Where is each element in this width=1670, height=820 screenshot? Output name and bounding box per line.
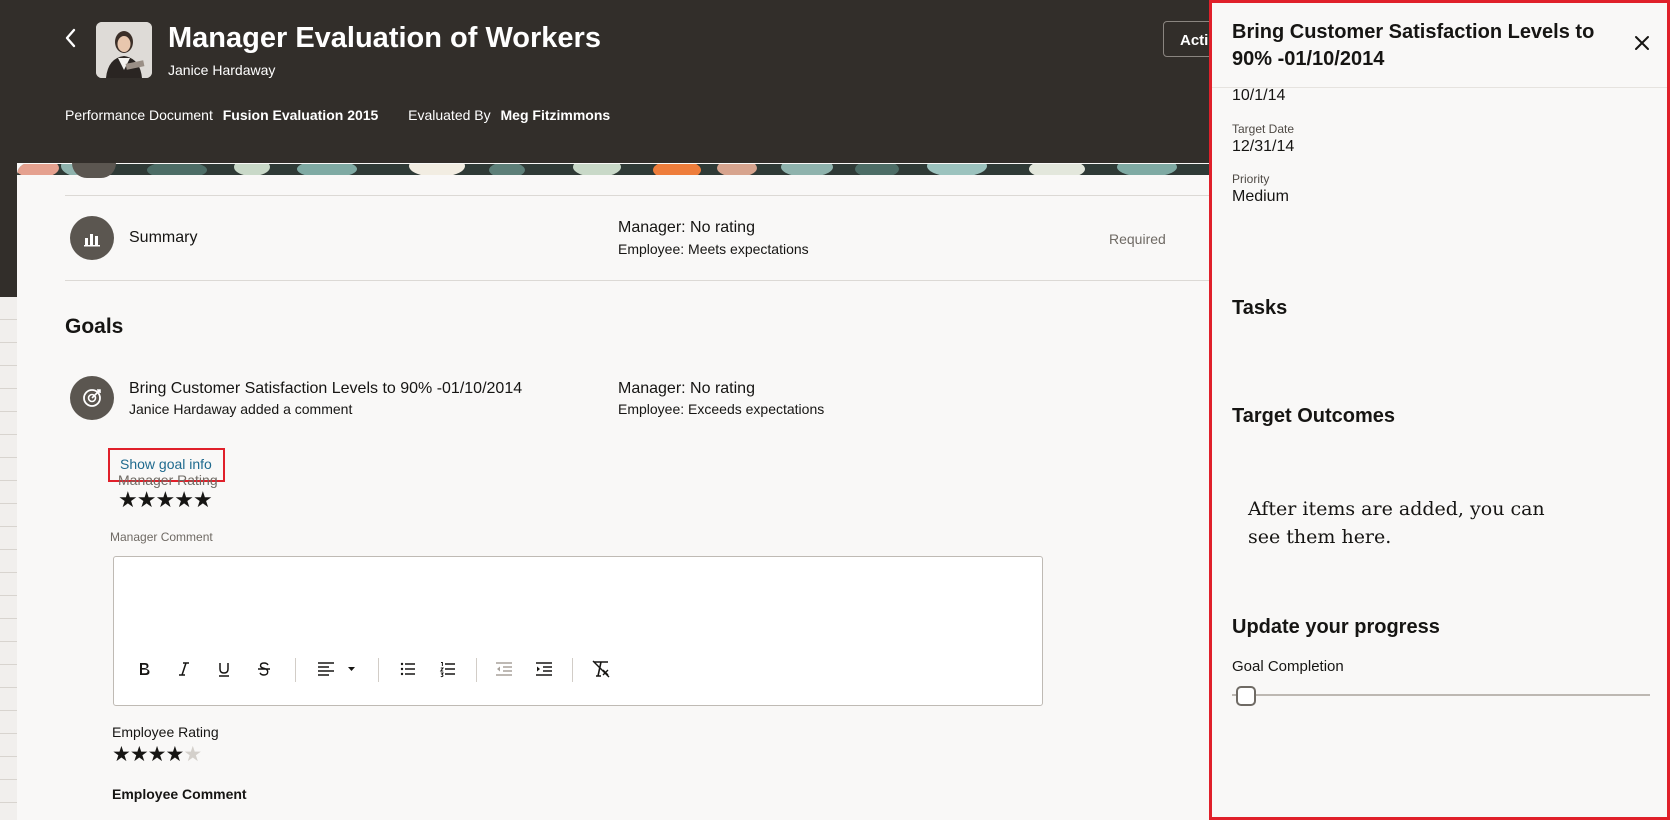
star-empty-icon: ★ (183, 743, 202, 766)
bold-icon[interactable] (131, 656, 157, 682)
star-icon: ★ (129, 743, 149, 766)
summary-icon (70, 216, 114, 260)
divider (65, 195, 1210, 196)
numbered-list-icon[interactable] (435, 656, 461, 682)
star-icon: ★ (174, 487, 194, 512)
summary-label[interactable]: Summary (129, 229, 197, 247)
clear-format-icon[interactable] (588, 656, 614, 682)
decorative-banner (17, 163, 1210, 175)
strikethrough-icon[interactable] (251, 656, 277, 682)
panel-header: Bring Customer Satisfaction Levels to 90… (1212, 3, 1667, 88)
evaluator-label: Evaluated By (408, 107, 491, 123)
close-icon[interactable] (1634, 35, 1650, 51)
goal-info-panel: 10/1/14 Target Date 12/31/14 Priority Me… (1209, 0, 1670, 820)
target-outcomes-heading: Target Outcomes (1232, 405, 1395, 427)
indent-icon[interactable] (531, 656, 557, 682)
star-icon: ★ (147, 743, 167, 766)
summary-employee-rating: Employee: Meets expectations (618, 241, 809, 257)
toolbar-divider (378, 658, 379, 682)
manager-rating-stars[interactable]: ★★★★★ (118, 487, 213, 513)
show-goal-info-link[interactable]: Show goal info (120, 456, 212, 472)
toolbar-divider (476, 658, 477, 682)
employee-rating-stars: ★★★★★ (112, 742, 202, 767)
doc-label: Performance Document (65, 107, 213, 123)
manager-comment-editor[interactable] (113, 556, 1043, 706)
target-date-label: Target Date (1232, 122, 1295, 136)
bullet-list-icon[interactable] (395, 656, 421, 682)
outdent-icon[interactable] (491, 656, 517, 682)
manager-rating-label: Manager Rating (118, 472, 218, 488)
panel-title: Bring Customer Satisfaction Levels to 90… (1232, 21, 1595, 70)
star-icon: ★ (155, 487, 175, 512)
summary-manager-rating: Manager: No rating (618, 219, 755, 236)
goal-manager-rating: Manager: No rating (618, 380, 755, 397)
divider (65, 280, 1210, 281)
empty-state-text: After items are added, you can see them … (1248, 498, 1545, 548)
star-icon: ★ (118, 487, 138, 512)
goal-target-icon (70, 376, 114, 420)
goal-completion-label: Goal Completion (1232, 658, 1344, 675)
goals-heading: Goals (65, 315, 124, 338)
avatar (96, 22, 152, 78)
goal-comment-note: Janice Hardaway added a comment (129, 401, 353, 417)
star-icon: ★ (192, 487, 213, 512)
manager-comment-label: Manager Comment (110, 530, 213, 544)
start-date-value: 10/1/14 (1232, 87, 1286, 104)
star-icon: ★ (165, 743, 184, 766)
star-icon: ★ (112, 743, 131, 766)
employee-rating-label: Employee Rating (112, 724, 219, 740)
worker-name: Janice Hardaway (168, 62, 276, 78)
align-icon[interactable] (314, 656, 362, 682)
priority-value: Medium (1232, 188, 1289, 205)
underline-icon[interactable] (211, 656, 237, 682)
priority-label: Priority (1232, 172, 1270, 186)
doc-value: Fusion Evaluation 2015 (222, 107, 379, 123)
goal-completion-slider[interactable] (1236, 686, 1256, 706)
goal-title[interactable]: Bring Customer Satisfaction Levels to 90… (129, 380, 522, 398)
employee-comment-label: Employee Comment (112, 786, 247, 802)
italic-icon[interactable] (171, 656, 197, 682)
goal-completion-track[interactable] (1232, 694, 1650, 696)
tasks-heading: Tasks (1232, 297, 1288, 319)
document-meta: Performance Document Fusion Evaluation 2… (65, 107, 610, 123)
toolbar-divider (295, 658, 296, 682)
update-progress-heading: Update your progress (1232, 616, 1440, 638)
evaluator-value: Meg Fitzimmons (500, 107, 611, 123)
toolbar-divider (572, 658, 573, 682)
page-title: Manager Evaluation of Workers (168, 22, 601, 54)
star-icon: ★ (136, 487, 157, 512)
back-icon[interactable] (62, 26, 80, 50)
background-stripe (0, 297, 17, 820)
goal-employee-rating: Employee: Exceeds expectations (618, 401, 825, 417)
target-date-value: 12/31/14 (1232, 138, 1295, 155)
required-label: Required (1109, 231, 1166, 247)
